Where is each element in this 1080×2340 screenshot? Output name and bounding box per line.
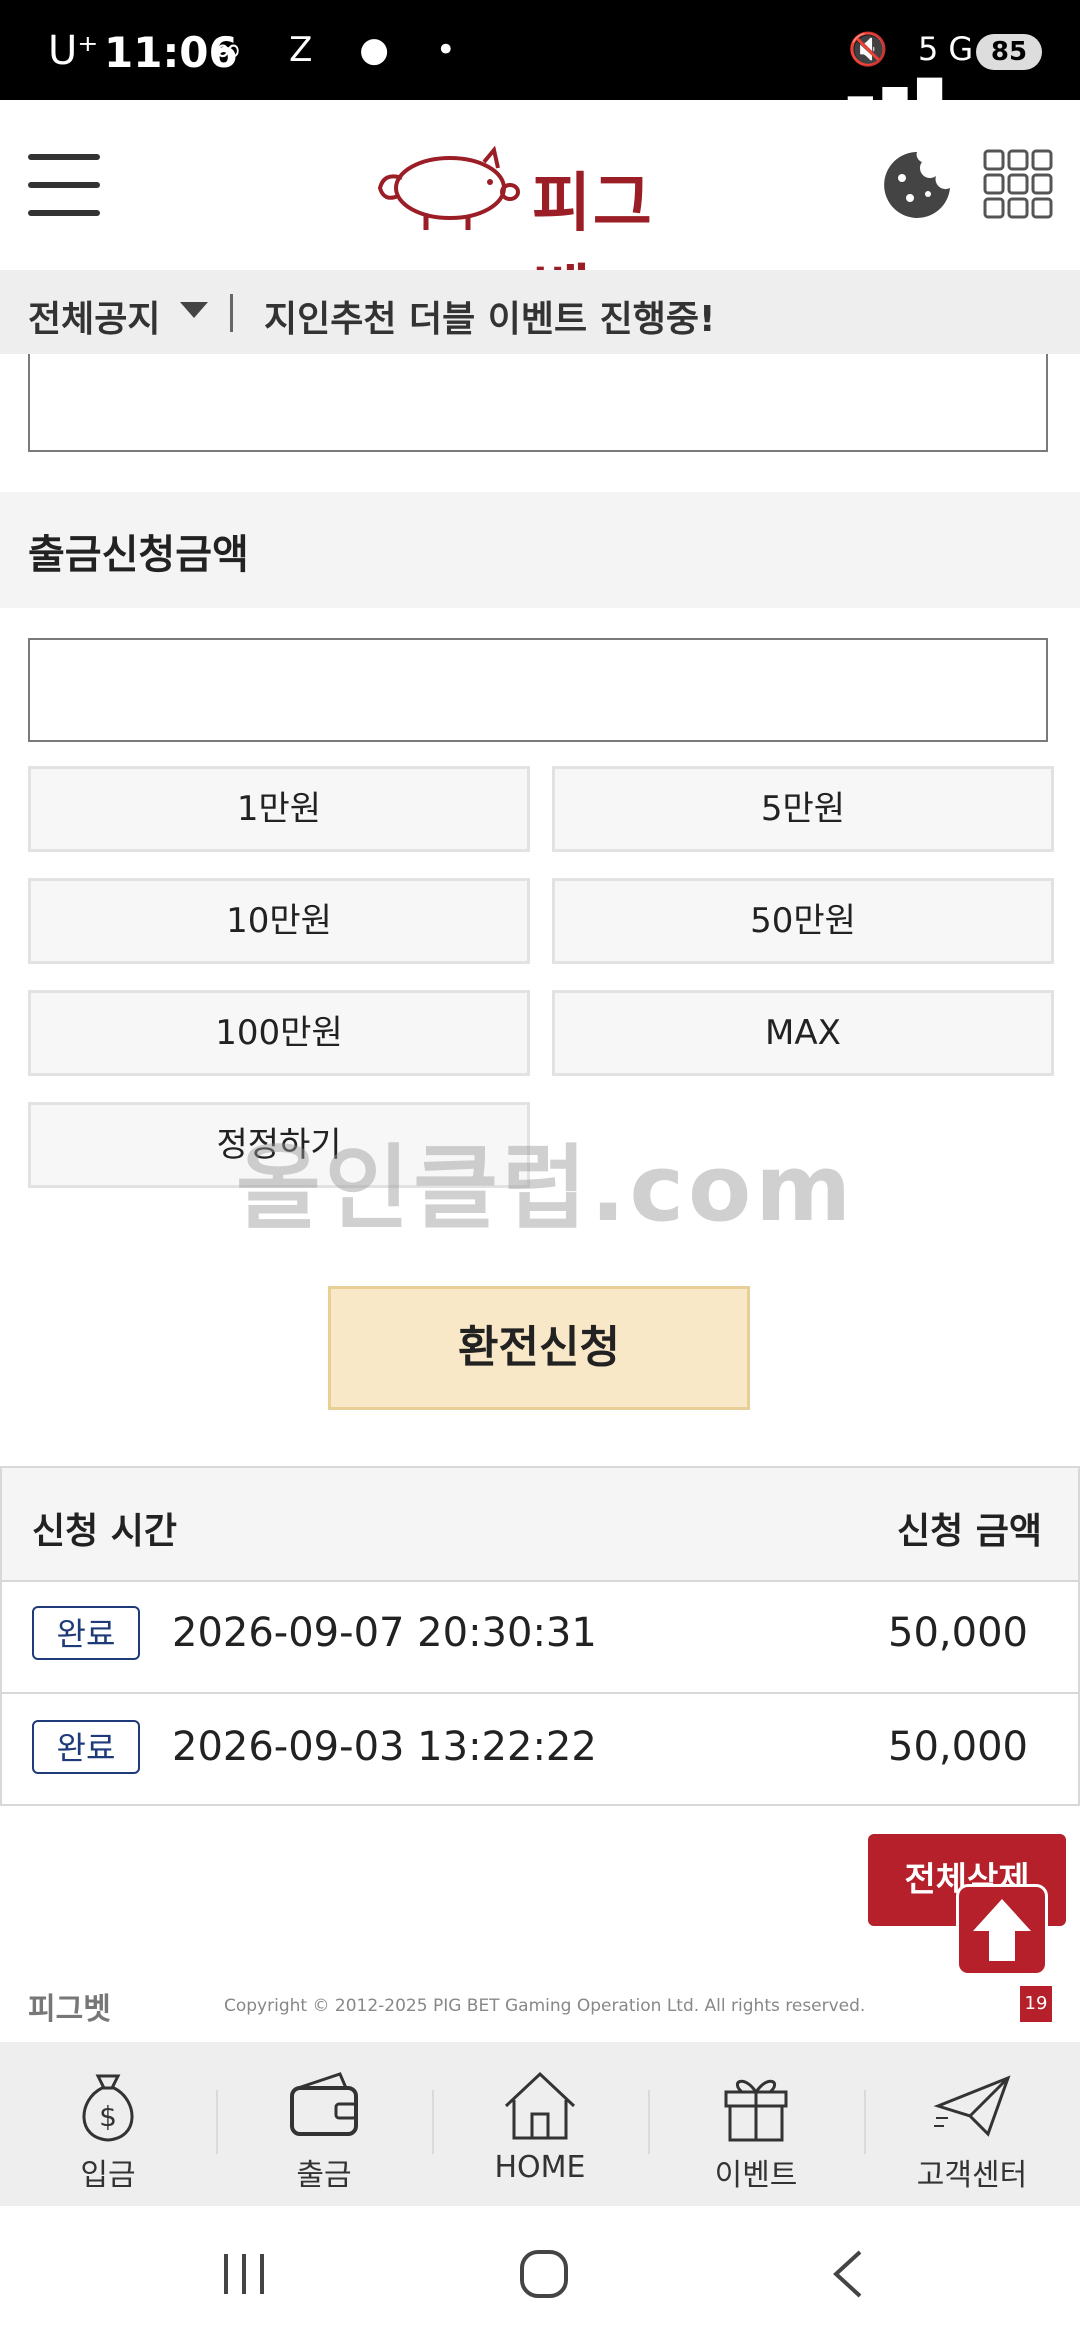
notification-icons: ∞ Z ● •: [214, 30, 474, 70]
watermark: 올인클럽.com: [236, 1135, 856, 1242]
svg-text:$: $: [99, 2100, 117, 2133]
withdraw-amount-header: 출금신청금액: [0, 492, 1080, 608]
scroll-to-top-button[interactable]: [956, 1884, 1048, 1976]
status-bar: U⁺ 11:06 ∞ Z ● • 🔇 5G ▂▄▆ 85: [0, 0, 1080, 106]
request-amount: 50,000: [888, 1724, 1028, 1770]
battery-icon: 85: [976, 34, 1042, 70]
quick-amount-button[interactable]: 1만원: [28, 766, 530, 852]
cookie-icon[interactable]: [880, 148, 954, 222]
amount-input[interactable]: [28, 638, 1048, 742]
house-icon: [504, 2071, 576, 2140]
nav-withdraw[interactable]: 출금: [216, 2042, 432, 2206]
nav-label: 출금: [296, 2158, 352, 2193]
arrow-up-icon: [973, 1899, 1031, 1961]
back-icon[interactable]: [818, 2246, 882, 2302]
paper-plane-icon: [933, 2075, 1011, 2137]
nav-label: 이벤트: [714, 2158, 798, 2193]
request-history-table: 신청 시간 신청 금액 완료 2026-09-07 20:30:31 50,00…: [0, 1466, 1080, 1806]
bottom-navigation: $ 입금 출금 HOME 이벤트 고객센터: [0, 2042, 1080, 2206]
nav-label: 고객센터: [916, 2158, 1028, 2193]
app-header: 피그벳: [0, 100, 1080, 333]
quick-amount-button[interactable]: 5만원: [552, 766, 1054, 852]
site-logo[interactable]: 피그벳: [372, 138, 712, 333]
table-row: 완료 2026-09-07 20:30:31 50,000: [2, 1580, 1078, 1694]
request-time: 2026-09-07 20:30:31: [172, 1610, 597, 1656]
money-bag-icon: $: [82, 2074, 134, 2142]
exchange-request-button[interactable]: 환전신청: [328, 1286, 750, 1410]
request-amount: 50,000: [888, 1610, 1028, 1656]
nav-label: 입금: [80, 2158, 136, 2193]
table-row: 완료 2026-09-03 13:22:22 50,000: [2, 1694, 1078, 1806]
copyright-text: Copyright © 2012-2025 PIG BET Gaming Ope…: [224, 1996, 866, 2016]
menu-icon[interactable]: [28, 150, 100, 220]
divider: [230, 294, 233, 332]
notice-message[interactable]: 지인추천 더블 이벤트 진행중!: [264, 290, 715, 342]
system-navigation-bar: [0, 2206, 1080, 2340]
recent-apps-icon[interactable]: [212, 2246, 276, 2302]
nav-events[interactable]: 이벤트: [648, 2042, 864, 2206]
notice-bar[interactable]: 전체공지 지인추천 더블 이벤트 진행중!: [0, 270, 1080, 354]
wallet-icon: [290, 2072, 358, 2136]
grid-menu-icon[interactable]: [982, 148, 1054, 220]
table-header: 신청 시간 신청 금액: [2, 1468, 1078, 1582]
quick-amount-button[interactable]: 50만원: [552, 878, 1054, 964]
pig-logo-icon: [377, 145, 520, 230]
nav-deposit[interactable]: $ 입금: [0, 2042, 216, 2206]
quick-amount-button[interactable]: 100만원: [28, 990, 530, 1076]
column-header-time: 신청 시간: [32, 1511, 178, 1552]
notice-label[interactable]: 전체공지: [28, 290, 160, 342]
quick-amount-button[interactable]: 10만원: [28, 878, 530, 964]
age-restriction-icon: 19: [1020, 1986, 1052, 2022]
previous-input-field[interactable]: [28, 354, 1048, 452]
gift-icon: [724, 2079, 788, 2142]
home-icon[interactable]: [512, 2244, 576, 2304]
nav-customer-center[interactable]: 고객센터: [864, 2042, 1080, 2206]
status-badge: 완료: [32, 1720, 140, 1774]
signal-icons: 🔇 5G ▂▄▆: [848, 30, 984, 106]
nav-label: HOME: [494, 2150, 586, 2185]
section-title: 출금신청금액: [28, 532, 249, 578]
column-header-amount: 신청 금액: [896, 1511, 1042, 1552]
chevron-down-icon[interactable]: [180, 302, 208, 318]
request-time: 2026-09-03 13:22:22: [172, 1724, 597, 1770]
status-badge: 완료: [32, 1606, 140, 1660]
site-footer: 피그벳 Copyright © 2012-2025 PIG BET Gaming…: [0, 1976, 1080, 2042]
carrier-label: U⁺: [48, 28, 99, 74]
nav-home[interactable]: HOME: [432, 2042, 648, 2206]
footer-logo: 피그벳: [28, 1992, 111, 2027]
max-amount-button[interactable]: MAX: [552, 990, 1054, 1076]
